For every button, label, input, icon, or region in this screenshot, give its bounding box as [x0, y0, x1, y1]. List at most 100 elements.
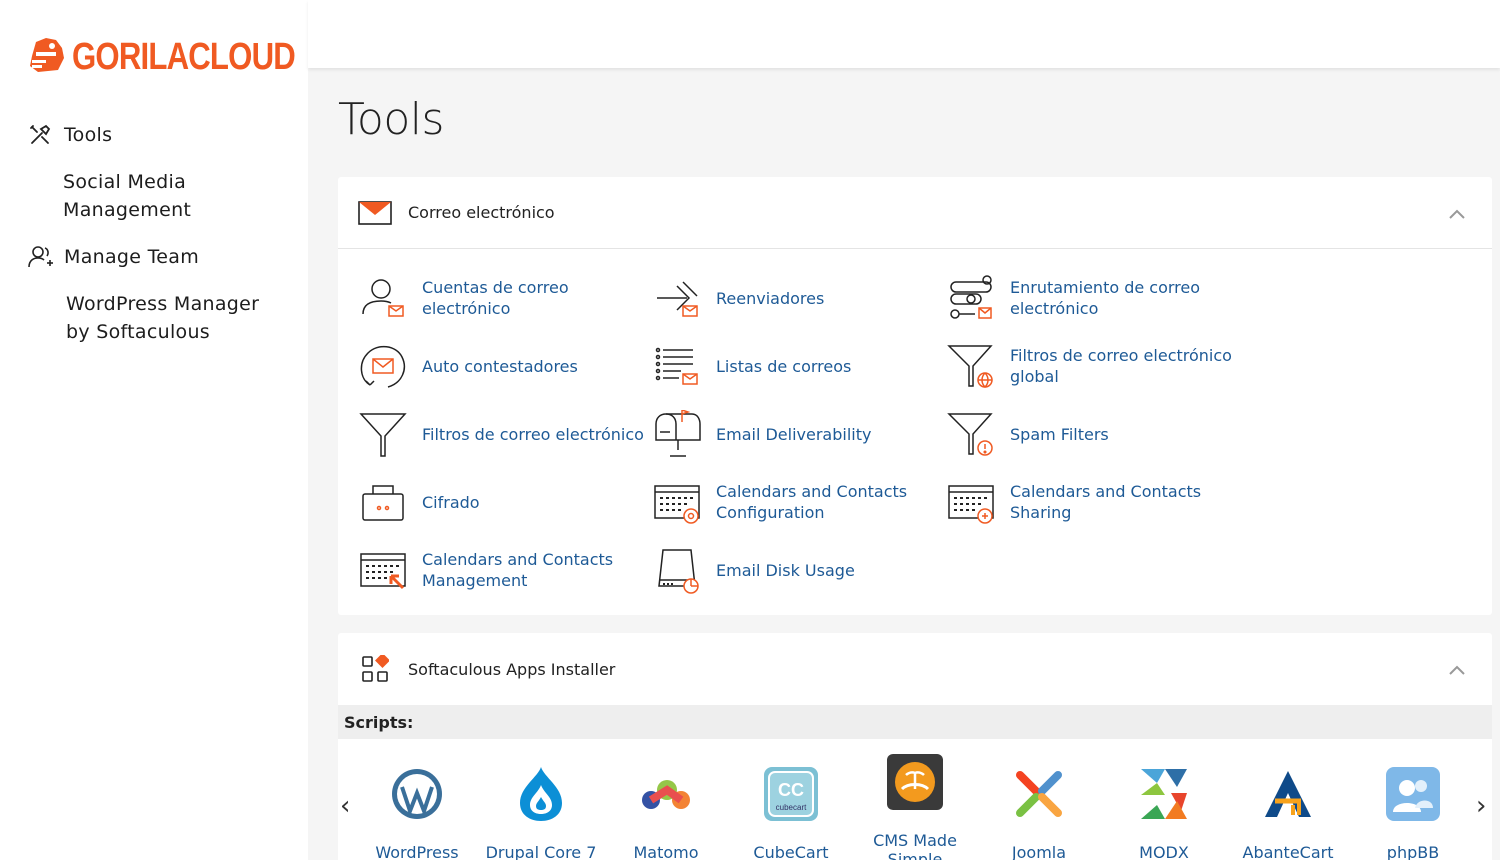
- top-bar: [308, 0, 1500, 68]
- chevron-right-icon[interactable]: ›: [1476, 791, 1486, 821]
- phpbb-icon: [1384, 765, 1442, 823]
- sidebar-item-label: by Softaculous: [66, 321, 211, 343]
- tool-label: Cuentas de correo electrónico: [422, 278, 569, 318]
- app-phpbb[interactable]: phpBB: [1353, 765, 1473, 860]
- chevron-left-icon[interactable]: ‹: [340, 791, 350, 821]
- app-label: phpBB: [1386, 843, 1440, 860]
- tool-email-filters[interactable]: Filtros de correo electrónico: [358, 409, 644, 459]
- tool-calendars-management[interactable]: Calendars and Contacts Management: [358, 545, 613, 595]
- gorilla-logo-icon: [26, 34, 68, 80]
- tool-label: Enrutamiento de correo electrónico: [1010, 278, 1201, 318]
- app-drupal[interactable]: Drupal Core 7: [481, 765, 601, 860]
- brand-logo[interactable]: GORILACLOUD: [26, 34, 344, 80]
- global-filter-icon: [946, 341, 996, 391]
- wordpress-icon: [388, 765, 446, 823]
- mailbox-icon: [652, 409, 702, 459]
- sidebar: GORILACLOUD Tools Social Media Managemen…: [0, 0, 308, 860]
- app-label: CubeCart: [753, 843, 829, 860]
- app-modx[interactable]: MODX: [1104, 765, 1224, 860]
- app-label: Joomla: [1011, 843, 1067, 860]
- sidebar-item-label: WordPress Manager: [66, 293, 260, 315]
- joomla-icon: [1010, 765, 1068, 823]
- team-icon: [26, 243, 54, 271]
- tool-label: Calendars and Contacts Sharing: [1010, 482, 1202, 522]
- tool-label: Filtros de correo electrónico global: [1010, 346, 1232, 386]
- app-wordpress[interactable]: WordPress: [357, 765, 477, 860]
- autoresponder-icon: [358, 341, 408, 391]
- softaculous-panel-header[interactable]: Softaculous Apps Installer: [338, 633, 1492, 705]
- email-panel-header[interactable]: Correo electrónico: [338, 177, 1492, 249]
- softaculous-panel: Softaculous Apps Installer Scripts: ‹ › …: [338, 633, 1492, 860]
- sidebar-item-label: Manage Team: [64, 246, 200, 268]
- tool-email-accounts[interactable]: Cuentas de correo electrónico: [358, 273, 569, 323]
- filter-icon: [358, 409, 408, 459]
- app-cms-made-simple[interactable]: CMS Made Simple: [855, 753, 975, 860]
- brand-name: GORILACLOUD: [72, 35, 296, 78]
- chevron-up-icon[interactable]: [1448, 205, 1466, 219]
- email-routing-icon: [946, 273, 996, 323]
- envelope-icon: [358, 200, 392, 226]
- chevron-up-icon[interactable]: [1448, 661, 1466, 675]
- tool-forwarders[interactable]: Reenviadores: [652, 273, 824, 323]
- tool-encryption[interactable]: Cifrado: [358, 477, 480, 527]
- app-abantecart[interactable]: AbanteCart: [1228, 765, 1348, 860]
- sidebar-item-social-media[interactable]: Social Media Management: [63, 168, 191, 224]
- panel-title: Correo electrónico: [408, 203, 555, 222]
- cubecart-icon: CC cubecart: [762, 765, 820, 823]
- sidebar-item-label: Tools: [64, 124, 113, 146]
- mailing-lists-icon: [652, 341, 702, 391]
- sidebar-item-wordpress-manager[interactable]: WordPress Manager by Softaculous: [66, 290, 259, 346]
- tool-label: Filtros de correo electrónico: [422, 424, 644, 444]
- calendar-management-icon: [358, 545, 408, 595]
- encryption-icon: [358, 477, 408, 527]
- abantecart-icon: [1259, 765, 1317, 823]
- calendar-sharing-icon: [946, 477, 996, 527]
- tool-calendars-sharing[interactable]: Calendars and Contacts Sharing: [946, 477, 1201, 527]
- tool-label: Email Disk Usage: [716, 560, 855, 580]
- disk-usage-icon: [652, 545, 702, 595]
- apps-grid-icon: [358, 655, 392, 682]
- tool-mailing-lists[interactable]: Listas de correos: [652, 341, 851, 391]
- sidebar-item-label: Social Media: [63, 171, 187, 193]
- matomo-icon: [637, 765, 695, 823]
- app-joomla[interactable]: Joomla: [979, 765, 1099, 860]
- page-title: Tools: [338, 94, 444, 145]
- tool-email-disk-usage[interactable]: Email Disk Usage: [652, 545, 855, 595]
- app-label: WordPress: [375, 843, 459, 860]
- app-label: AbanteCart: [1242, 843, 1334, 860]
- calendar-config-icon: [652, 477, 702, 527]
- svg-text:CC: CC: [778, 780, 804, 800]
- tool-label: Calendars and Contacts Management: [422, 550, 614, 590]
- tool-label: Calendars and Contacts Configuration: [716, 482, 908, 522]
- email-panel: Correo electrónico Cuentas de correo elec…: [338, 177, 1492, 615]
- app-cubecart[interactable]: CC cubecart CubeCart: [731, 765, 851, 860]
- svg-text:cubecart: cubecart: [776, 803, 807, 812]
- tool-label: Reenviadores: [716, 288, 825, 308]
- sidebar-item-label: Management: [63, 199, 192, 221]
- tool-global-email-filters[interactable]: Filtros de correo electrónico global: [946, 341, 1232, 391]
- app-label: CMS Made Simple: [873, 831, 957, 860]
- tool-label: Spam Filters: [1010, 424, 1109, 444]
- drupal-icon: [512, 765, 570, 823]
- tool-autoresponders[interactable]: Auto contestadores: [358, 341, 578, 391]
- tool-label: Cifrado: [422, 492, 480, 512]
- app-label: MODX: [1139, 843, 1189, 860]
- tool-spam-filters[interactable]: Spam Filters: [946, 409, 1109, 459]
- app-label: Drupal Core 7: [485, 843, 597, 860]
- panel-title: Softaculous Apps Installer: [408, 659, 616, 679]
- modx-icon: [1135, 765, 1193, 823]
- sidebar-item-manage-team[interactable]: Manage Team: [26, 243, 199, 271]
- spam-filter-icon: [946, 409, 996, 459]
- sidebar-item-tools[interactable]: Tools: [26, 121, 112, 149]
- app-matomo[interactable]: Matomo: [606, 765, 726, 860]
- tool-label: Listas de correos: [716, 356, 852, 376]
- tool-email-routing[interactable]: Enrutamiento de correo electrónico: [946, 273, 1200, 323]
- tools-icon: [26, 121, 54, 149]
- forwarders-icon: [652, 273, 702, 323]
- tool-label: Email Deliverability: [716, 424, 872, 444]
- tool-label: Auto contestadores: [422, 356, 578, 376]
- cms-made-simple-icon: [886, 753, 944, 811]
- tool-email-deliverability[interactable]: Email Deliverability: [652, 409, 871, 459]
- scripts-label: Scripts:: [338, 705, 1492, 739]
- tool-calendars-configuration[interactable]: Calendars and Contacts Configuration: [652, 477, 907, 527]
